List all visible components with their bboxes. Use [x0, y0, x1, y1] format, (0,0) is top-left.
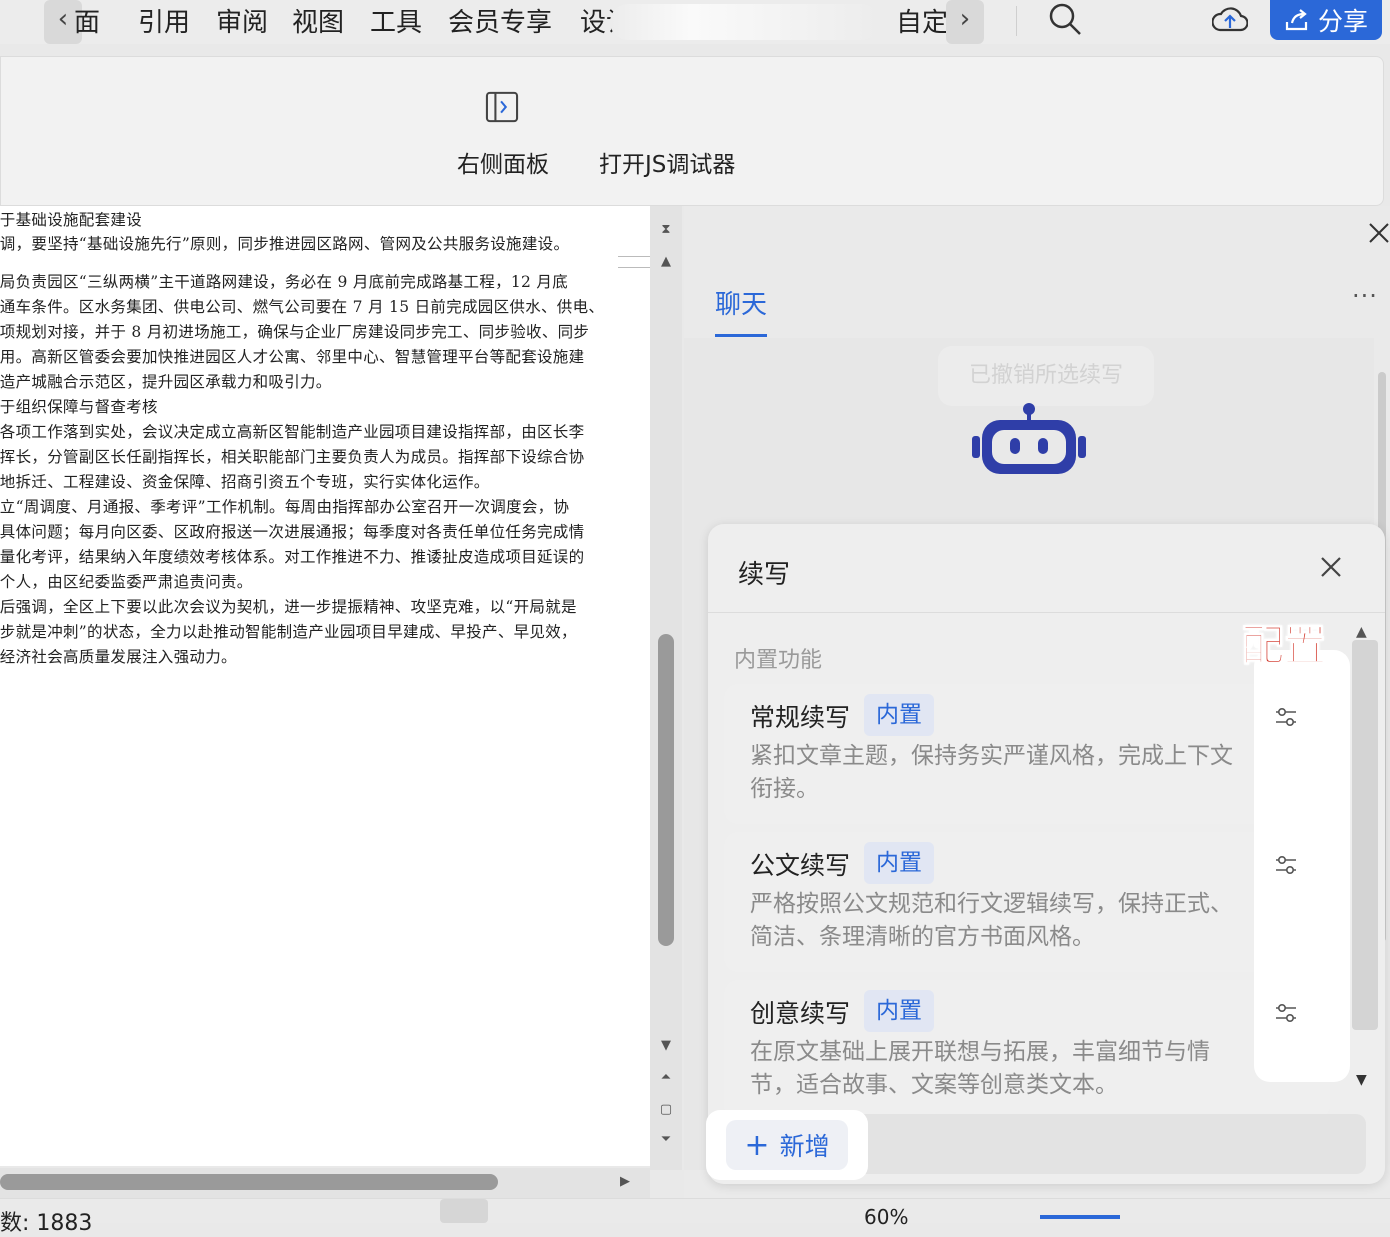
top-tab-bar: ‹ 面 引用 审阅 视图 工具 会员专享 设计 自定 › 分享	[0, 0, 1390, 44]
document-line: 指挥长，分管副区长任副指挥长，相关职能部门主要负责人为成员。指挥部下设综合协	[0, 448, 585, 466]
more-icon[interactable]: ···	[1352, 282, 1378, 310]
scroll-up-icon[interactable]: ▲	[1356, 624, 1367, 640]
document-line: 专项规划对接，并于 8 月初进场施工，确保与企业厂房建设同步完工、同步验收、同步	[0, 323, 590, 341]
select-browse-object-icon[interactable]: ▢	[650, 1102, 682, 1117]
item-name: 公文续写	[750, 851, 851, 880]
page-view-button[interactable]	[440, 1199, 488, 1223]
item-description: 严格按照公文规范和行文逻辑续写，保持正式、简洁、条理清晰的官方书面风格。	[750, 891, 1233, 950]
scroll-down-icon[interactable]: ▼	[650, 1038, 682, 1053]
add-button[interactable]: + 新增	[726, 1120, 848, 1170]
word-count[interactable]: 数: 1883	[0, 1205, 92, 1237]
chevron-right-icon[interactable]: ›	[946, 0, 984, 44]
settings-sliders-icon[interactable]	[1274, 706, 1298, 728]
config-column	[1254, 650, 1350, 1082]
prev-page-icon[interactable]: ⏶	[650, 1070, 682, 1085]
tab-page[interactable]: 面	[74, 2, 100, 39]
document-line: 关于组织保障与督查考核	[0, 398, 158, 416]
document-line: 土地拆迁、工程建设、资金保障、招商引资五个专班，实行实体化运作。	[0, 473, 490, 491]
popup-title: 续写	[738, 560, 791, 590]
add-button-highlight: + 新增	[706, 1110, 868, 1180]
plus-icon: +	[744, 1127, 770, 1163]
document-line: 强调，要坚持“基础设施先行”原则，同步推进园区路网、管网及公共服务设施建设。	[0, 235, 570, 253]
ribbon: 右侧面板 打开JS调试器	[0, 56, 1384, 206]
item-name: 常规续写	[750, 703, 851, 732]
section-label: 内置功能	[734, 648, 823, 673]
tab-review[interactable]: 审阅	[216, 2, 268, 39]
share-icon	[1285, 9, 1308, 31]
document-line: 建立“周调度、月通报、季考评”工作机制。每周由指挥部办公室召开一次调度会，协	[0, 498, 570, 516]
item-name: 创意续写	[750, 999, 851, 1028]
popup-scrollbar[interactable]: ▲ ▼	[1352, 624, 1378, 1100]
close-panel-icon[interactable]	[1368, 222, 1390, 244]
scroll-down-icon[interactable]: ▼	[1356, 1072, 1367, 1088]
status-bar: 数: 1883 60%	[0, 1198, 1390, 1236]
document-line: 备通车条件。区水务集团、供电公司、燃气公司要在 7 月 15 日前完成园区供水、…	[0, 298, 605, 316]
document-line: 起步就是冲刺”的状态，全力以赴推动智能制造产业园项目早建成、早投产、早见效，	[0, 623, 577, 641]
share-button[interactable]: 分享	[1270, 0, 1382, 40]
divider	[1016, 6, 1017, 36]
split-icon[interactable]: ⧗	[650, 222, 682, 237]
popup-scroll-thumb[interactable]	[1352, 640, 1378, 1030]
scroll-right-icon[interactable]: ▶	[620, 1174, 630, 1189]
ruler-marker	[618, 256, 650, 268]
tab-member[interactable]: 会员专享	[448, 2, 552, 39]
next-page-icon[interactable]: ⏷	[650, 1132, 682, 1147]
tab-chat[interactable]: 聊天	[715, 284, 767, 321]
undo-toast: 已撤销所选续写	[938, 346, 1154, 406]
config-annotation: 配置	[1241, 621, 1327, 671]
right-panel-icon[interactable]	[485, 91, 519, 123]
search-icon[interactable]	[1048, 2, 1082, 36]
list-item[interactable]: 公文续写 内置 严格按照公文规范和行文逻辑续写，保持正式、简洁、条理清晰的官方书…	[724, 832, 1330, 972]
cloud-upload-icon[interactable]	[1212, 4, 1248, 34]
hscroll-thumb[interactable]	[0, 1174, 498, 1190]
blurred-region	[610, 4, 880, 40]
robot-icon	[972, 403, 1086, 474]
document-horizontal-scrollbar[interactable]: ▶	[0, 1168, 650, 1198]
builtin-badge: 内置	[864, 842, 934, 884]
scroll-thumb[interactable]	[658, 634, 674, 946]
document-vertical-scrollbar[interactable]: ⧗ ▲ ▼ ⏶ ▢ ⏷	[650, 206, 682, 1170]
item-description: 在原文基础上展开联想与拓展，丰富细节与情节，适合故事、文案等创意类文本。	[750, 1039, 1210, 1098]
tab-chat-underline	[715, 334, 767, 337]
document-line: 和个人，由区纪委监委严肃追责问责。	[0, 573, 253, 591]
right-panel-button[interactable]: 右侧面板	[457, 145, 549, 179]
document-line: 最后强调，全区上下要以此次会议为契机，进一步提振精神、攻坚克难，以“开局就是	[0, 598, 577, 616]
tab-custom[interactable]: 自定	[896, 2, 948, 39]
document-line: 行量化考评，结果纳入年度绩效考核体系。对工作推进不力、推诿扯皮造成项目延误的	[0, 548, 585, 566]
builtin-badge: 内置	[864, 990, 934, 1032]
item-description: 紧扣文章主题，保持务实严谨风格，完成上下文衔接。	[750, 743, 1233, 802]
document-line: 建局负责园区“三纵两横”主干道路网建设，务必在 9 月底前完成路基工程，12 月…	[0, 273, 569, 291]
tab-reference[interactable]: 引用	[138, 2, 190, 39]
document-line: 区经济社会高质量发展注入强动力。	[0, 648, 237, 666]
tab-tools[interactable]: 工具	[370, 2, 422, 39]
document-page[interactable]: 关于基础设施配套建设强调，要坚持“基础设施先行”原则，同步推进园区路网、管网及公…	[0, 206, 650, 1166]
add-label: 新增	[779, 1132, 830, 1161]
document-line: 打造产城融合示范区，提升园区承载力和吸引力。	[0, 373, 332, 391]
list-item[interactable]: 创意续写 内置 在原文基础上展开联想与拓展，丰富细节与情节，适合故事、文案等创意…	[724, 980, 1330, 1120]
document-line: 决具体问题；每月向区委、区政府报送一次进展通报；每季度对各责任单位任务完成情	[0, 523, 585, 541]
close-icon[interactable]	[1318, 554, 1344, 580]
share-label: 分享	[1317, 7, 1368, 36]
document-line: 保各项工作落到实处，会议决定成立高新区智能制造产业园项目建设指挥部，由区长李	[0, 423, 585, 441]
document-line: 使用。高新区管委会要加快推进园区人才公寓、邻里中心、智慧管理平台等配套设施建	[0, 348, 585, 366]
document-line: 关于基础设施配套建设	[0, 211, 143, 229]
builtin-badge: 内置	[864, 694, 934, 736]
zoom-slider[interactable]	[1040, 1215, 1120, 1219]
settings-sliders-icon[interactable]	[1274, 854, 1298, 876]
scroll-up-icon[interactable]: ▲	[650, 254, 682, 269]
js-debugger-button[interactable]: 打开JS调试器	[599, 145, 735, 179]
tab-view[interactable]: 视图	[292, 2, 344, 39]
zoom-level[interactable]: 60%	[864, 1205, 908, 1229]
settings-sliders-icon[interactable]	[1274, 1002, 1298, 1024]
list-item[interactable]: 常规续写 内置 紧扣文章主题，保持务实严谨风格，完成上下文衔接。	[724, 684, 1330, 824]
